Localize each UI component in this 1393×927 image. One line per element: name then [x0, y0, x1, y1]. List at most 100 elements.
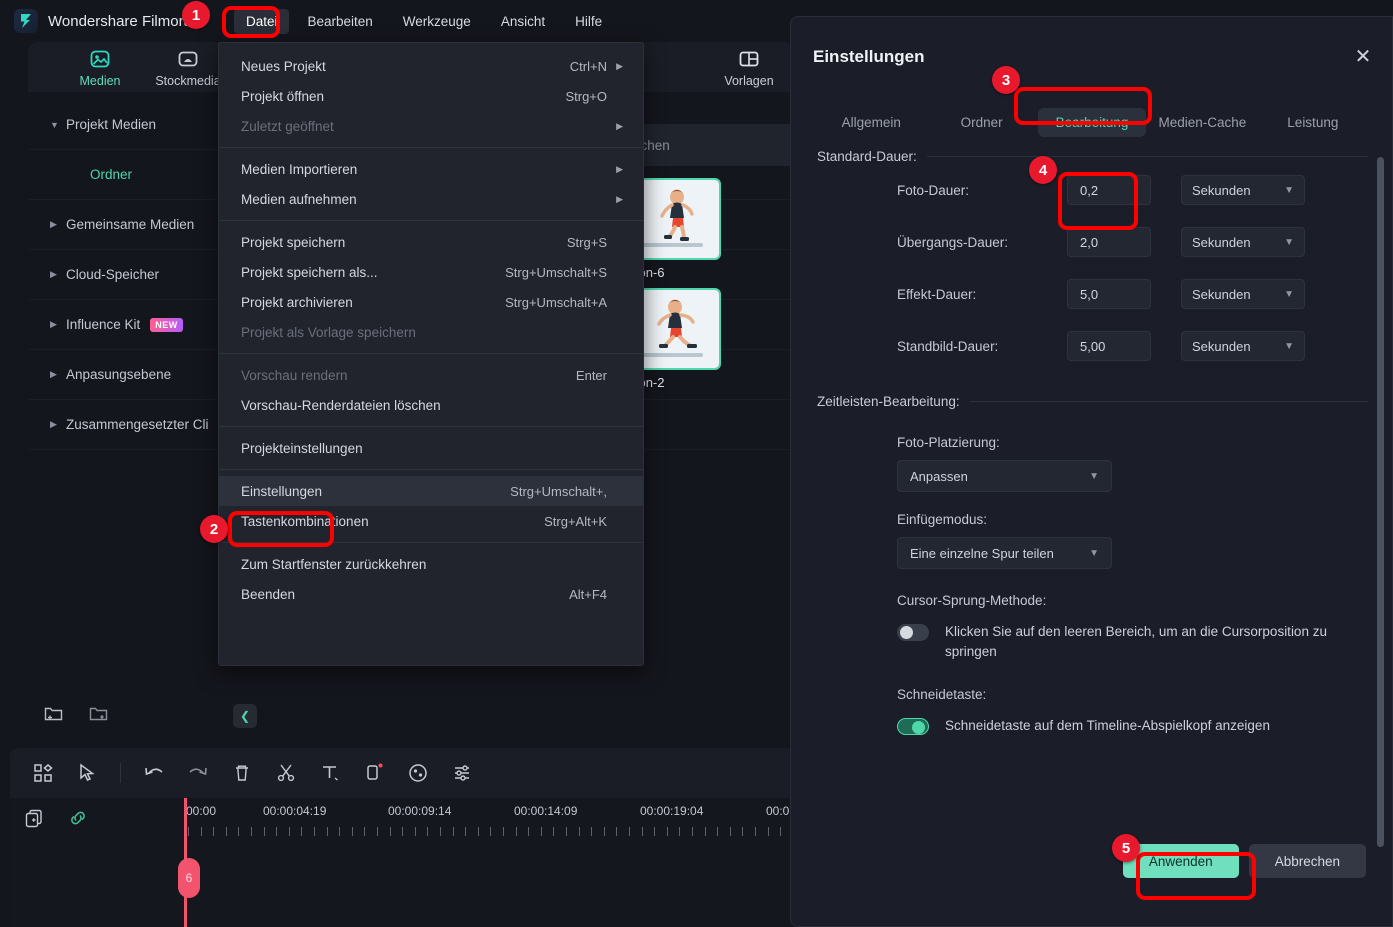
- menu-item-projekt-speichern-als[interactable]: Projekt speichern als... Strg+Umschalt+S: [219, 257, 643, 287]
- ruler-tick-label: 00:0: [766, 804, 790, 818]
- menu-item-shortcut: Strg+Umschalt+,: [510, 483, 607, 499]
- menu-item-projekt-oeffnen[interactable]: Projekt öffnen Strg+O: [219, 81, 643, 111]
- ruler-tick: [704, 827, 706, 836]
- crop-icon[interactable]: [363, 762, 385, 784]
- uebergangs-dauer-unit-select[interactable]: Sekunden ▼: [1181, 227, 1305, 257]
- add-track-icon[interactable]: [24, 808, 44, 833]
- color-icon[interactable]: [407, 762, 429, 784]
- step-badge-2: 2: [200, 515, 228, 543]
- field-label: Übergangs-Dauer:: [897, 234, 1009, 250]
- standbild-dauer-input[interactable]: 5,00: [1067, 331, 1151, 361]
- field-label: Effekt-Dauer:: [897, 286, 977, 302]
- row-standbild-dauer: Standbild-Dauer: 5,00 Sekunden ▼: [791, 320, 1393, 372]
- split-icon[interactable]: [275, 762, 297, 784]
- ruler-tick: [629, 827, 630, 836]
- tab-ordner[interactable]: Ordner: [927, 108, 1035, 137]
- foto-dauer-input[interactable]: 0,2: [1067, 175, 1151, 205]
- menu-datei[interactable]: Datei: [233, 8, 290, 34]
- menu-item-shortcut: Strg+O: [565, 88, 607, 104]
- link-icon[interactable]: [68, 808, 88, 833]
- dialog-title: Einstellungen: [813, 47, 925, 66]
- new-folder-icon[interactable]: [44, 705, 63, 727]
- einfuegemodus-select[interactable]: Eine einzelne Spur teilen ▼: [897, 537, 1112, 569]
- ruler-tick: [238, 827, 240, 836]
- menu-ansicht[interactable]: Ansicht: [489, 9, 557, 34]
- tab-medien-cache[interactable]: Medien-Cache: [1148, 108, 1256, 137]
- cancel-button[interactable]: Abbrechen: [1248, 844, 1366, 878]
- tab-vorlagen[interactable]: Vorlagen: [705, 47, 793, 88]
- undo-icon[interactable]: [143, 762, 165, 784]
- import-folder-icon[interactable]: [89, 705, 108, 727]
- dialog-scrollbar[interactable]: [1377, 157, 1384, 847]
- ruler-tick: [553, 827, 555, 836]
- effekt-dauer-unit-select[interactable]: Sekunden ▼: [1181, 279, 1305, 309]
- adjust-icon[interactable]: [451, 762, 473, 784]
- menu-separator: [219, 542, 643, 543]
- menu-item-einstellungen[interactable]: Einstellungen Strg+Umschalt+,: [219, 476, 643, 506]
- ruler-ticks: [174, 827, 807, 837]
- text-icon[interactable]: [319, 762, 341, 784]
- field-label: Einfügemodus:: [897, 512, 988, 527]
- select-value: Anpassen: [910, 468, 968, 484]
- select-tool-icon[interactable]: [76, 762, 98, 784]
- menu-item-label: Beenden: [241, 586, 296, 602]
- ruler-tick: [477, 827, 479, 836]
- media-icon: [88, 47, 112, 71]
- menu-item-shortcut: Alt+F4: [569, 586, 607, 602]
- tab-bearbeitung[interactable]: Bearbeitung: [1037, 107, 1147, 137]
- app-title: Wondershare Filmora: [48, 12, 192, 30]
- tab-allgemein[interactable]: Allgemein: [817, 108, 925, 137]
- menu-hilfe[interactable]: Hilfe: [563, 9, 614, 34]
- ruler-tick-label: 00:00:09:14: [388, 804, 452, 818]
- ruler-tick: [666, 827, 668, 836]
- new-badge: NEW: [150, 317, 183, 332]
- row-cursor-jump-toggle: Klicken Sie auf den leeren Bereich, um a…: [791, 622, 1393, 661]
- menu-item-zuletzt-geoeffnet[interactable]: Zuletzt geöffnet ▶: [219, 111, 643, 141]
- chevron-right-icon: ▶: [50, 419, 57, 429]
- cursor-jump-toggle[interactable]: [897, 624, 929, 641]
- delete-icon[interactable]: [231, 762, 253, 784]
- menu-item-beenden[interactable]: Beenden Alt+F4: [219, 579, 643, 609]
- menu-bearbeiten[interactable]: Bearbeiten: [295, 9, 384, 34]
- ruler-tick: [314, 827, 315, 836]
- redo-icon[interactable]: [187, 762, 209, 784]
- chevron-down-icon: ▼: [1284, 288, 1294, 300]
- menu-item-projekt-archivieren[interactable]: Projekt archivieren Strg+Umschalt+A: [219, 287, 643, 317]
- uebergangs-dauer-input[interactable]: 2,0: [1067, 227, 1151, 257]
- tab-medien[interactable]: Medien: [56, 47, 144, 88]
- apply-button[interactable]: Anwenden: [1122, 844, 1239, 878]
- tree-item-label: Influence Kit: [66, 317, 141, 332]
- menu-item-medien-importieren[interactable]: Medien Importieren ▶: [219, 154, 643, 184]
- menu-item-vorschau-renderdateien-loeschen[interactable]: Vorschau-Renderdateien löschen: [219, 390, 643, 420]
- menu-item-medien-aufnehmen[interactable]: Medien aufnehmen ▶: [219, 184, 643, 214]
- toggle-knob: [912, 721, 925, 735]
- foto-dauer-unit-select[interactable]: Sekunden ▼: [1181, 175, 1305, 205]
- close-icon[interactable]: ✕: [1350, 43, 1376, 69]
- menu-item-projekt-speichern[interactable]: Projekt speichern Strg+S: [219, 227, 643, 257]
- effekt-dauer-input[interactable]: 5,0: [1067, 279, 1151, 309]
- playhead-knob[interactable]: 6: [178, 858, 200, 898]
- ruler-tick: [263, 827, 265, 836]
- timeline-ruler[interactable]: 00:00 00:00:04:19 00:00:09:14 00:00:14:0…: [174, 798, 807, 927]
- menu-item-neues-projekt[interactable]: Neues Projekt Ctrl+N ▶: [219, 51, 643, 81]
- menu-item-zum-startfenster-zurueckkehren[interactable]: Zum Startfenster zurückkehren: [219, 549, 643, 579]
- ruler-tick: [591, 827, 593, 836]
- ruler-tick: [288, 827, 290, 836]
- menu-item-label: Tastenkombinationen: [241, 513, 369, 529]
- select-value: Sekunden: [1192, 338, 1251, 354]
- standbild-dauer-unit-select[interactable]: Sekunden ▼: [1181, 331, 1305, 361]
- menu-item-shortcut: Enter: [575, 367, 607, 383]
- menu-item-tastenkombinationen[interactable]: Tastenkombinationen Strg+Alt+K: [219, 506, 643, 536]
- menu-item-projekteinstellungen[interactable]: Projekteinstellungen: [219, 433, 643, 463]
- grid-view-icon[interactable]: [32, 762, 54, 784]
- foto-platzierung-select[interactable]: Anpassen ▼: [897, 460, 1112, 492]
- tab-leistung[interactable]: Leistung: [1259, 108, 1367, 137]
- cut-key-toggle[interactable]: [897, 718, 929, 736]
- collapse-panel-button[interactable]: ❮: [233, 704, 257, 728]
- toggle-knob: [900, 626, 913, 639]
- menu-item-vorschau-rendern[interactable]: Vorschau rendern Enter: [219, 360, 643, 390]
- ruler-tick: [616, 827, 618, 836]
- menu-item-projekt-als-vorlage-speichern[interactable]: Projekt als Vorlage speichern: [219, 317, 643, 347]
- menu-separator: [219, 426, 643, 427]
- menu-werkzeuge[interactable]: Werkzeuge: [391, 9, 483, 34]
